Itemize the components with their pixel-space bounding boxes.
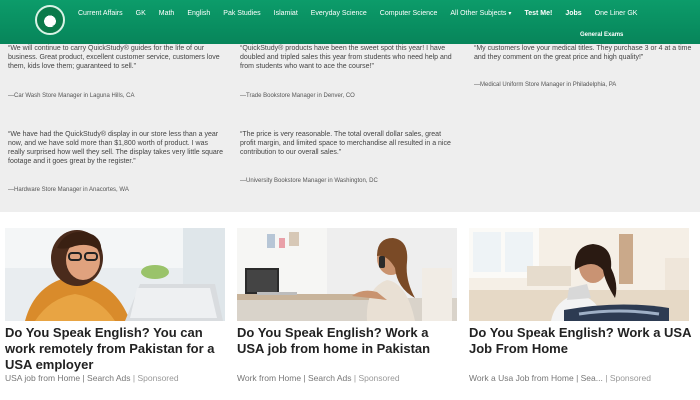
ad-image[interactable] (237, 228, 457, 321)
nav-item-current-affairs[interactable]: Current Affairs (78, 10, 123, 17)
nav-item-all-other-subjects[interactable]: All Other Subjects ▾ (450, 10, 511, 17)
testimonial-quote: “The price is very reasonable. The total… (240, 131, 451, 156)
nav-item-english[interactable]: English (187, 10, 210, 17)
crescent-icon (45, 14, 57, 26)
nav-item-islamiat[interactable]: Islamiat (274, 10, 298, 17)
ad-title-link[interactable]: Do You Speak English? Work a USA Job Fro… (469, 325, 694, 357)
nav-item-general-exams[interactable]: General Exams (580, 32, 623, 38)
nav-item-gk[interactable]: GK (136, 10, 146, 17)
nav-item-jobs[interactable]: Jobs (565, 10, 581, 17)
ad-source: Work a Usa Job from Home | Sea... (469, 373, 603, 383)
caret-down-icon: ▾ (508, 11, 512, 17)
ad-photo-woman-phone-desk (237, 228, 457, 321)
nav-item-math[interactable]: Math (159, 10, 175, 17)
top-nav-bar: Current Affairs GK Math English Pak Stud… (0, 0, 700, 44)
testimonial-quote: “My customers love your medical titles. … (474, 45, 692, 61)
ad-photo-woman-glasses-laptop (5, 228, 225, 321)
ad-title-link[interactable]: Do You Speak English? Work a USA job fro… (237, 325, 457, 357)
nav-item-test-me[interactable]: Test Me! (524, 10, 552, 17)
testimonial-quote: “QuickStudy® products have been the swee… (240, 45, 452, 70)
ad-source-line[interactable]: USA job from Home | Search Ads | Sponsor… (5, 373, 179, 383)
nav-item-all-other-subjects-label: All Other Subjects (450, 10, 507, 17)
sponsored-label: Sponsored (609, 373, 651, 383)
ad-source: USA job from Home | Search Ads (5, 373, 131, 383)
ad-image[interactable] (5, 228, 225, 321)
sponsored-label: Sponsored (137, 373, 179, 383)
nav-item-pak-studies[interactable]: Pak Studies (223, 10, 260, 17)
ad-image[interactable] (469, 228, 689, 321)
testimonial-author: —Car Wash Store Manager in Laguna Hills,… (8, 93, 135, 99)
testimonial-author: —University Bookstore Manager in Washing… (240, 178, 378, 184)
ad-source-line[interactable]: Work a Usa Job from Home | Sea... | Spon… (469, 373, 651, 383)
testimonial-author: —Hardware Store Manager in Anacortes, WA (8, 187, 129, 193)
sponsored-label: Sponsored (358, 373, 400, 383)
ad-source-line[interactable]: Work from Home | Search Ads | Sponsored (237, 373, 400, 383)
ad-photo-woman-bed-laptop (469, 228, 689, 321)
nav-item-computer-science[interactable]: Computer Science (380, 10, 438, 17)
nav-item-everyday-science[interactable]: Everyday Science (311, 10, 367, 17)
testimonial-author: —Trade Bookstore Manager in Denver, CO (240, 93, 355, 99)
ad-title-link[interactable]: Do You Speak English? You can work remot… (5, 325, 230, 373)
testimonial-quote: “We have had the QuickStudy® display in … (8, 131, 224, 165)
testimonial-author: —Medical Uniform Store Manager in Philad… (474, 82, 617, 88)
nav-item-one-liner-gk[interactable]: One Liner GK (595, 10, 638, 17)
ad-source: Work from Home | Search Ads (237, 373, 352, 383)
nav-menu: Current Affairs GK Math English Pak Stud… (78, 10, 650, 17)
testimonial-quote: “We will continue to carry QuickStudy® g… (8, 45, 220, 70)
testimonials-section: “We will continue to carry QuickStudy® g… (0, 44, 700, 212)
site-logo[interactable] (35, 5, 65, 35)
